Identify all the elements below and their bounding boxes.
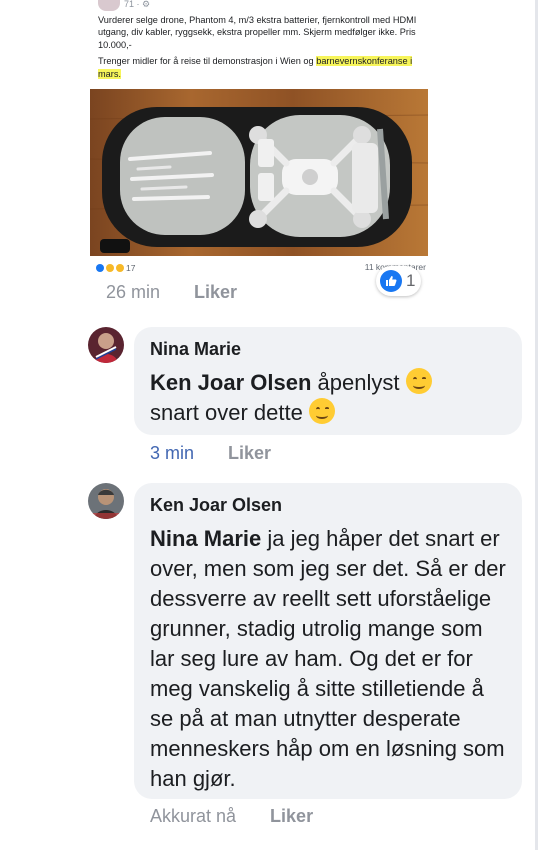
thumbs-up-icon xyxy=(380,270,402,292)
post-like-button[interactable]: Liker xyxy=(194,282,237,303)
comment-bubble: Ken Joar Olsen Nina Marie ja jeg håper d… xyxy=(134,483,522,799)
mention-tag[interactable]: Ken Joar Olsen xyxy=(150,370,311,395)
drone-backpack-photo[interactable] xyxy=(90,89,428,256)
ken-joar-olsen-avatar[interactable] xyxy=(88,483,124,519)
nina-marie-avatar[interactable] xyxy=(88,327,124,363)
haha-reaction-icon xyxy=(106,264,114,272)
smiling-face-icon xyxy=(405,368,432,394)
shared-post-card[interactable]: 71 · ⚙ Vurderer selge drone, Phantom 4, … xyxy=(88,0,430,272)
post-action-row: 26 min Liker xyxy=(106,282,237,303)
comment-reaction-bubble[interactable]: 1 xyxy=(376,266,422,296)
comment-nina-marie: Nina Marie Ken Joar Olsen åpenlyst snart… xyxy=(88,327,522,435)
post-text-line2: Trenger midler for å reise til demonstra… xyxy=(98,55,423,80)
post-text-line2-prefix: Trenger midler for å reise til demonstra… xyxy=(98,56,317,67)
comment-text-part: snart over dette xyxy=(150,400,309,425)
comment-timestamp[interactable]: 3 min xyxy=(150,443,194,464)
comment-text: Nina Marie ja jeg håper det snart er ove… xyxy=(150,524,506,794)
comment-text-part: ja jeg håper det snart er over, men som … xyxy=(150,526,506,791)
comment-like-button[interactable]: Liker xyxy=(228,443,271,464)
post-stats: 17 11 kommentarer xyxy=(96,262,426,272)
comment-bubble: Nina Marie Ken Joar Olsen åpenlyst snart… xyxy=(134,327,522,435)
post-author-avatar xyxy=(98,0,120,11)
comment-text-part: åpenlyst xyxy=(311,370,406,395)
post-timestamp[interactable]: 26 min xyxy=(106,282,160,303)
comment-timestamp[interactable]: Akkurat nå xyxy=(150,806,236,827)
comment-action-row: 3 min Liker xyxy=(150,443,271,464)
comment-like-button[interactable]: Liker xyxy=(270,806,313,827)
post-header: 71 · ⚙ xyxy=(98,0,151,11)
post-text: Vurderer selge drone, Phantom 4, m/3 eks… xyxy=(98,14,423,84)
comment-author[interactable]: Ken Joar Olsen xyxy=(150,495,506,516)
post-text-line1: Vurderer selge drone, Phantom 4, m/3 eks… xyxy=(98,15,417,50)
comment-ken-joar-olsen: Ken Joar Olsen Nina Marie ja jeg håper d… xyxy=(88,483,522,799)
comment-text: Ken Joar Olsen åpenlyst snart over dette xyxy=(150,368,506,428)
post-reaction-count: 17 xyxy=(126,263,136,272)
drone-backpack-illustration xyxy=(90,89,428,256)
smiling-face-icon xyxy=(308,398,335,424)
post-reactions[interactable]: 17 xyxy=(96,262,135,272)
wow-reaction-icon xyxy=(116,264,124,272)
post-meta: 71 · ⚙ xyxy=(124,0,151,9)
mention-tag[interactable]: Nina Marie xyxy=(150,526,261,551)
comment-author[interactable]: Nina Marie xyxy=(150,339,506,360)
comment-action-row: Akkurat nå Liker xyxy=(150,806,313,827)
comment-reaction-count: 1 xyxy=(406,271,416,290)
like-reaction-icon xyxy=(96,264,104,272)
